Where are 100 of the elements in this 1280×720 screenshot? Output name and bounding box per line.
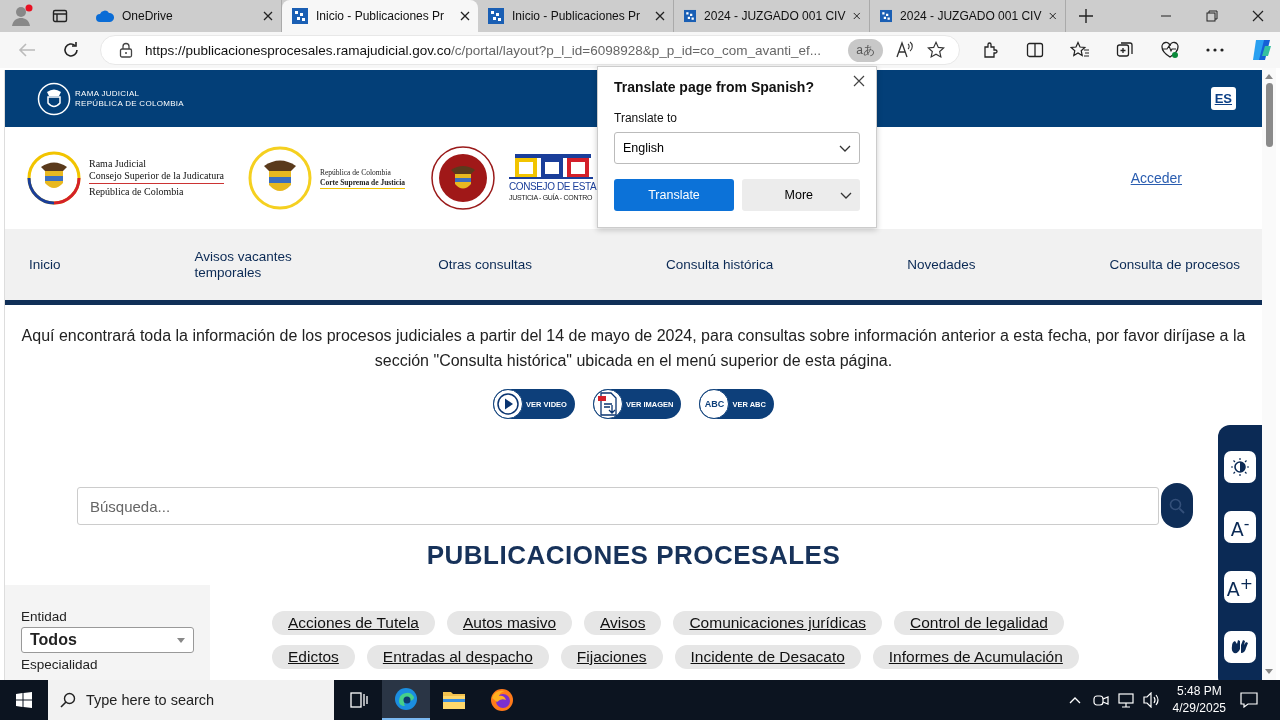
browser-tab[interactable]: Inicio - Publicaciones Pr xyxy=(282,0,478,32)
restore-icon[interactable] xyxy=(1206,10,1218,22)
accessibility-button[interactable] xyxy=(1224,631,1256,663)
category-chip[interactable]: Edictos xyxy=(272,645,355,669)
close-icon[interactable] xyxy=(853,75,865,87)
popup-title: Translate page from Spanish? xyxy=(614,79,815,95)
accessibility-button[interactable] xyxy=(1224,451,1256,483)
chevron-up-icon[interactable] xyxy=(1068,696,1081,704)
category-chip[interactable]: Informes de Acumulación xyxy=(872,645,1079,669)
close-icon[interactable] xyxy=(263,11,273,21)
page-title: PUBLICACIONES PROCESALES xyxy=(425,539,842,572)
clock-date[interactable]: 4/29/2025 xyxy=(1172,700,1226,717)
taskbar-search-field[interactable]: Type here to search xyxy=(48,680,334,720)
logo-text: República de Colombia xyxy=(89,186,185,198)
scrollbar-thumb[interactable] xyxy=(1265,83,1273,147)
dropdown-caret-icon xyxy=(177,637,185,643)
new-tab-icon[interactable] xyxy=(1078,8,1094,24)
emblem-icon xyxy=(37,81,71,116)
nav-link[interactable]: Inicio xyxy=(29,257,61,272)
nav-link[interactable]: Novedades xyxy=(907,257,976,272)
cloud-icon xyxy=(96,10,114,22)
field-label: Translate to xyxy=(614,111,678,125)
tab-actions-icon[interactable] xyxy=(52,8,68,24)
logo-text: Rama Judicial xyxy=(89,158,147,170)
category-chip[interactable]: Autos masivo xyxy=(447,611,573,635)
search-icon xyxy=(60,692,76,708)
close-icon[interactable] xyxy=(655,11,665,21)
clock-time[interactable]: 5:48 PM xyxy=(1176,683,1222,700)
star-icon[interactable] xyxy=(927,41,945,59)
accessibility-button[interactable]: A$^{-}$ xyxy=(1224,511,1256,543)
logo-text: Consejo Superior de la Judicatura xyxy=(89,170,224,184)
chevron-down-icon xyxy=(840,191,852,199)
category-chip[interactable]: Entradas al despacho xyxy=(366,645,549,669)
extensions-icon[interactable] xyxy=(982,41,1000,59)
close-window-icon[interactable] xyxy=(1252,10,1264,22)
more-button[interactable]: More xyxy=(742,179,860,211)
search-field[interactable]: Búsqueda... xyxy=(77,487,1159,525)
filter-label: Entidad xyxy=(21,609,68,625)
volume-icon[interactable] xyxy=(1142,692,1161,708)
contrast-icon xyxy=(1231,458,1249,476)
site-favicon-icon xyxy=(292,8,308,24)
close-icon[interactable] xyxy=(853,11,861,21)
nav-link[interactable]: Avisos vacantes temporales xyxy=(194,248,305,281)
favorites-icon[interactable] xyxy=(1070,41,1090,59)
scroll-down-icon[interactable] xyxy=(1265,669,1273,674)
lock-icon xyxy=(119,42,133,58)
nav-link[interactable]: Consulta de procesos xyxy=(1109,257,1240,272)
language-button[interactable]: ES xyxy=(1210,87,1236,110)
notifications-icon[interactable] xyxy=(1240,692,1258,708)
coat-of-arms-icon xyxy=(27,151,81,205)
search-icon xyxy=(1169,497,1185,514)
task-view-icon[interactable] xyxy=(350,692,368,708)
category-chip[interactable]: Fijaciones xyxy=(560,645,663,669)
logo-text: CONSEJO DE ESTA xyxy=(509,181,597,193)
profile-icon[interactable] xyxy=(10,4,34,28)
nav-link[interactable]: Consulta histórica xyxy=(666,257,774,272)
edge-icon xyxy=(394,687,418,711)
play-icon xyxy=(497,393,520,415)
language-select[interactable]: English xyxy=(614,132,860,164)
brand-text: RAMA JUDICIAL xyxy=(75,88,141,99)
site-favicon-icon xyxy=(880,8,893,24)
windows-start-icon[interactable] xyxy=(16,692,32,708)
firefox-icon xyxy=(490,688,514,712)
copilot-icon[interactable] xyxy=(1250,38,1274,62)
seal-icon xyxy=(431,146,496,210)
network-icon[interactable] xyxy=(1116,692,1135,708)
translate-button[interactable]: aあ xyxy=(848,38,883,62)
building-logo-icon xyxy=(509,154,594,180)
collections-icon[interactable] xyxy=(1116,41,1134,59)
close-icon[interactable] xyxy=(460,11,470,21)
close-icon[interactable] xyxy=(1049,11,1057,21)
accessibility-button[interactable]: A$^{+}$ xyxy=(1224,571,1256,603)
site-favicon-icon xyxy=(684,8,697,24)
brand-text: REPÚBLICA DE COLOMBIA xyxy=(75,98,184,109)
refresh-icon[interactable] xyxy=(62,41,80,59)
category-chip[interactable]: Control de legalidad xyxy=(894,611,1064,635)
address-field[interactable]: https://publicacionesprocesales.ramajudicial.gov.co/c/portal/layout?p_l_id=6098928&p_p_id=co_com_avanti_ef... aあ xyxy=(100,35,960,65)
health-icon[interactable] xyxy=(1160,41,1180,59)
nav-link[interactable]: Otras consultas xyxy=(438,257,533,272)
abc-label: ABC xyxy=(704,399,725,409)
entity-select[interactable]: Todos xyxy=(21,627,194,653)
search-button[interactable] xyxy=(1161,483,1193,528)
translate-button[interactable]: Translate xyxy=(614,179,734,211)
intro-paragraph: Aquí encontrará toda la información de los procesos judiciales a partir del 14 de mayo de 2024, para consultas sobre información anterior a esta fecha, por favor diríjase a la sección "Consulta histórica" ubicada en el menú superior de esta página. xyxy=(20,326,1247,371)
chevron-down-icon xyxy=(839,144,851,152)
folder-icon xyxy=(442,690,466,710)
login-link[interactable]: Acceder xyxy=(1130,170,1182,186)
camera-icon[interactable] xyxy=(1092,692,1109,708)
split-screen-icon[interactable] xyxy=(1026,41,1044,59)
more-icon[interactable] xyxy=(1206,48,1224,52)
category-chip[interactable]: Comunicaciones jurídicas xyxy=(673,611,882,635)
category-chip[interactable]: Incidente de Desacato xyxy=(674,645,861,669)
category-chip[interactable]: Acciones de Tutela xyxy=(272,611,435,635)
read-aloud-icon[interactable] xyxy=(895,41,915,59)
category-chip[interactable]: Avisos xyxy=(584,611,662,635)
filter-label: Especialidad xyxy=(21,657,99,673)
edge-taskbar-button[interactable] xyxy=(382,680,430,720)
scroll-up-icon[interactable] xyxy=(1265,74,1273,79)
url-text: https://publicacionesprocesales.ramajudicial.gov.co/c/portal/layout?p_l_id=6098928&p_p_id=co_com_avanti_ef... xyxy=(145,42,822,58)
hands-icon xyxy=(1230,638,1250,656)
